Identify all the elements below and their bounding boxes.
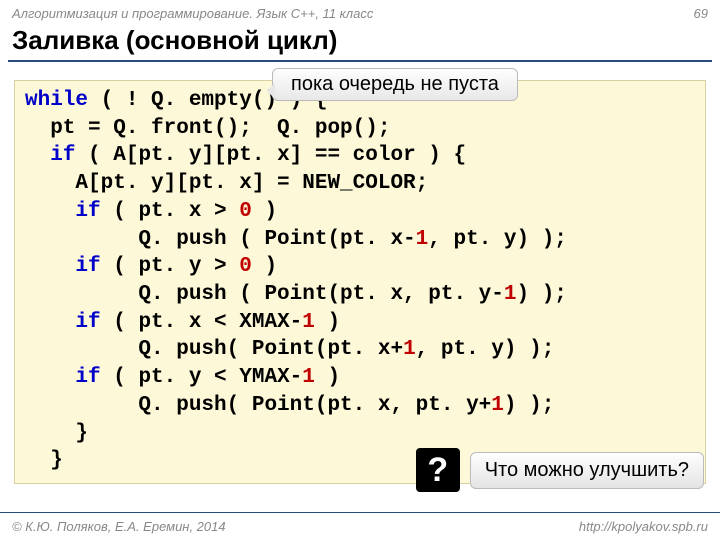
footer-url: http://kpolyakov.spb.ru <box>579 519 708 534</box>
course-title: Алгоритмизация и программирование. Язык … <box>12 6 373 21</box>
question-box: ? Что можно улучшить? <box>416 448 704 492</box>
num-literal: 1 <box>302 311 315 334</box>
slide-number: 69 <box>694 6 708 21</box>
num-literal: 1 <box>504 283 517 306</box>
question-text: Что можно улучшить? <box>470 452 704 489</box>
kw-if: if <box>75 200 100 223</box>
copyright-text: © К.Ю. Поляков, Е.А. Еремин, 2014 <box>12 519 226 534</box>
kw-if: if <box>75 255 100 278</box>
kw-if: if <box>75 366 100 389</box>
slide-header: Алгоритмизация и программирование. Язык … <box>0 0 720 23</box>
kw-if: if <box>75 311 100 334</box>
num-literal: 1 <box>403 338 416 361</box>
slide-title: Заливка (основной цикл) <box>0 23 720 60</box>
callout-bubble: пока очередь не пуста <box>272 68 518 101</box>
num-literal: 0 <box>239 200 252 223</box>
code-block: while ( ! Q. empty() ) { pt = Q. front()… <box>14 80 706 484</box>
question-mark-icon: ? <box>416 448 460 492</box>
num-literal: 1 <box>416 228 429 251</box>
num-literal: 1 <box>302 366 315 389</box>
title-divider <box>8 60 712 62</box>
kw-if: if <box>50 144 75 167</box>
num-literal: 1 <box>491 394 504 417</box>
kw-while: while <box>25 89 88 112</box>
slide-footer: © К.Ю. Поляков, Е.А. Еремин, 2014 http:/… <box>0 512 720 540</box>
num-literal: 0 <box>239 255 252 278</box>
